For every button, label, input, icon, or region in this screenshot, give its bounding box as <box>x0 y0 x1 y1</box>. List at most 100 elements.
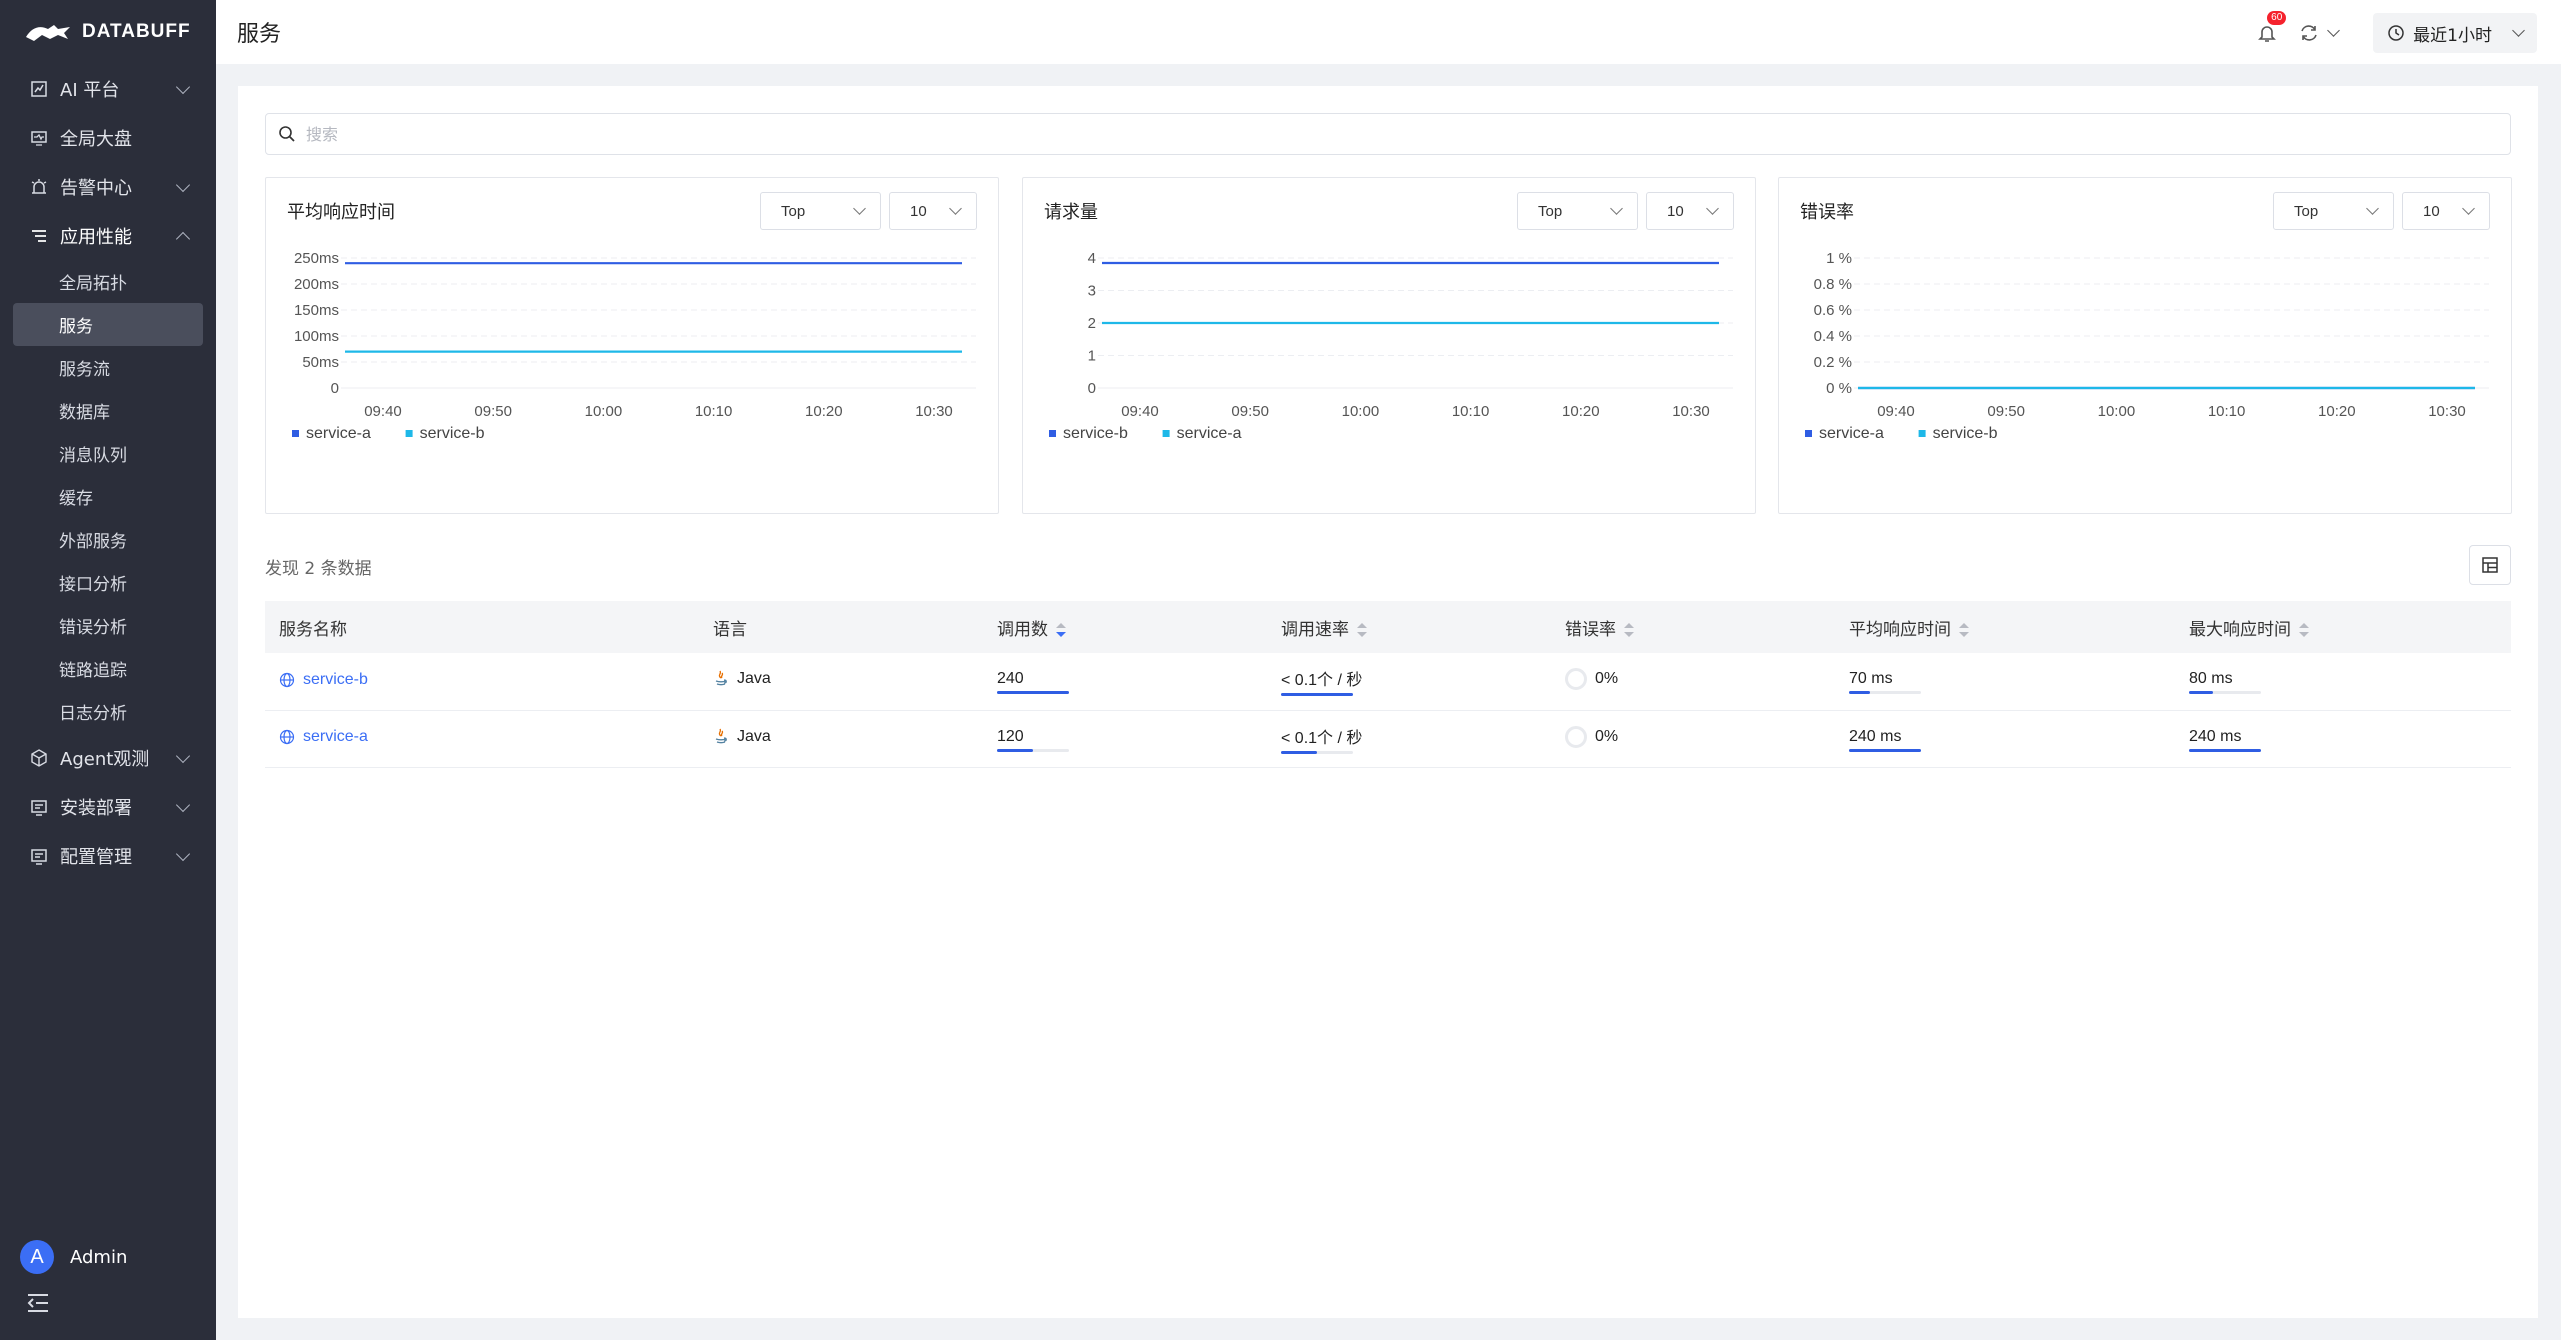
time-range-picker[interactable]: 最近1小时 <box>2373 13 2537 53</box>
x-tick-label: 10:30 <box>1672 403 1710 420</box>
col-calls[interactable]: 调用数 <box>983 601 1267 653</box>
chevron-up-icon <box>175 231 191 246</box>
sidebar-item-global-dashboard[interactable]: 全局大盘 <box>0 113 216 162</box>
filter-icon <box>28 225 50 247</box>
column-label: 调用速率 <box>1281 619 1349 640</box>
service-link[interactable]: service-a <box>279 728 368 746</box>
max-response-bar <box>2189 748 2261 752</box>
globe-icon <box>279 672 295 687</box>
cell-error-rate: 0% <box>1551 710 1835 768</box>
x-tick-label: 09:40 <box>1877 403 1915 420</box>
legend-marker <box>1918 430 1926 437</box>
call-rate-bar <box>1281 750 1353 754</box>
y-tick-label: 2 <box>1088 315 1096 332</box>
top-count-select[interactable]: 10 <box>889 192 977 230</box>
service-name: service-b <box>303 670 368 688</box>
y-tick-label: 3 <box>1088 283 1096 300</box>
avg-response-value: 70 ms <box>1849 670 1893 688</box>
refresh-icon <box>2301 25 2317 41</box>
table-settings-button[interactable] <box>2469 545 2511 585</box>
services-table: 服务名称 语言 调用数 调用速率 错误率 平均响应时间 最大响应时间 servi… <box>265 601 2511 768</box>
sidebar-subitem-external-services[interactable]: 外部服务 <box>0 518 216 561</box>
sidebar-subitem-topology[interactable]: 全局拓扑 <box>0 260 216 303</box>
y-tick-label: 50ms <box>302 354 339 371</box>
sidebar-item-label: 应用性能 <box>60 226 132 248</box>
top-mode-select[interactable]: Top <box>1517 192 1638 230</box>
cell-calls: 240 <box>983 653 1267 711</box>
service-name: service-a <box>303 728 368 745</box>
user-menu[interactable]: A Admin <box>20 1240 127 1274</box>
col-call-rate[interactable]: 调用速率 <box>1267 601 1551 653</box>
table-row[interactable]: service-a Java 120 < 0.1个 / 秒 0% 240 ms … <box>265 710 2511 768</box>
sidebar-item-alarm-center[interactable]: 告警中心 <box>0 162 216 211</box>
sidebar-subitem-services[interactable]: 服务 <box>13 303 203 346</box>
legend-label: service-b <box>1063 425 1128 442</box>
sort-icon[interactable] <box>1624 622 1634 638</box>
chevron-down-icon <box>853 202 866 215</box>
sidebar-item-ai-platform[interactable]: AI 平台 <box>0 64 216 113</box>
chevron-down-icon <box>2512 24 2525 37</box>
sidebar: DATABUFF AI 平台 全局大盘 告警中心 应用性能 全局拓扑 服务 服务… <box>0 0 216 1340</box>
legend-label: service-b <box>420 425 485 442</box>
clock-icon <box>2388 25 2404 41</box>
sidebar-subitem-tracing[interactable]: 链路追踪 <box>0 647 216 690</box>
col-avg-response[interactable]: 平均响应时间 <box>1835 601 2175 653</box>
chevron-down-icon <box>949 202 962 215</box>
logo[interactable]: DATABUFF <box>0 0 216 64</box>
search-box[interactable] <box>265 113 2511 155</box>
top-mode-select[interactable]: Top <box>2273 192 2394 230</box>
avatar: A <box>20 1240 54 1274</box>
sidebar-subitem-message-queue[interactable]: 消息队列 <box>0 432 216 475</box>
y-tick-label: 0.4 % <box>1814 328 1852 345</box>
calls-bar <box>997 691 1069 695</box>
refresh-button[interactable] <box>2299 23 2355 43</box>
chevron-down-icon <box>175 748 191 763</box>
sidebar-subitem-api-analysis[interactable]: 接口分析 <box>0 561 216 604</box>
error-rate-value: 0% <box>1595 670 1619 688</box>
chevron-down-icon <box>1610 202 1623 215</box>
search-input[interactable] <box>306 124 2306 144</box>
col-error-rate[interactable]: 错误率 <box>1551 601 1835 653</box>
chevron-down-icon <box>1706 202 1719 215</box>
select-value: 10 <box>1667 202 1684 220</box>
collapse-sidebar-icon[interactable] <box>26 1292 50 1314</box>
sidebar-item-agent[interactable]: Agent观测 <box>0 733 216 782</box>
config-icon <box>28 845 50 867</box>
sidebar-subitem-log-analysis[interactable]: 日志分析 <box>0 690 216 733</box>
col-max-response[interactable]: 最大响应时间 <box>2175 601 2511 653</box>
x-tick-label: 10:10 <box>1452 403 1490 420</box>
sidebar-item-config[interactable]: 配置管理 <box>0 831 216 880</box>
sort-icon[interactable] <box>2299 622 2309 638</box>
legend-label: service-a <box>1177 425 1242 442</box>
select-value: 10 <box>910 202 927 220</box>
cell-max-response: 240 ms <box>2175 710 2511 768</box>
notification-badge: 60 <box>2267 11 2287 25</box>
y-tick-label: 0 % <box>1826 380 1852 397</box>
column-label: 服务名称 <box>279 619 347 640</box>
table-row[interactable]: service-b Java 240 < 0.1个 / 秒 0% 70 ms 8… <box>265 653 2511 711</box>
sidebar-item-label: Agent观测 <box>60 748 150 770</box>
chevron-down-icon <box>175 177 191 192</box>
sidebar-item-install[interactable]: 安装部署 <box>0 782 216 831</box>
cell-call-rate: < 0.1个 / 秒 <box>1267 710 1551 768</box>
col-language: 语言 <box>699 601 983 653</box>
sidebar-subitem-database[interactable]: 数据库 <box>0 389 216 432</box>
column-label: 调用数 <box>997 619 1048 640</box>
cell-max-response: 80 ms <box>2175 653 2511 711</box>
top-count-select[interactable]: 10 <box>1646 192 1734 230</box>
top-count-select[interactable]: 10 <box>2402 192 2490 230</box>
y-tick-label: 0 <box>1088 380 1096 397</box>
top-mode-select[interactable]: Top <box>760 192 881 230</box>
select-value: Top <box>1538 202 1563 220</box>
chevron-down-icon <box>175 797 191 812</box>
service-link[interactable]: service-b <box>279 671 368 689</box>
sort-icon[interactable] <box>1357 622 1367 638</box>
sort-icon[interactable] <box>1056 622 1066 638</box>
sidebar-subitem-error-analysis[interactable]: 错误分析 <box>0 604 216 647</box>
sidebar-subitem-cache[interactable]: 缓存 <box>0 475 216 518</box>
sidebar-subitem-service-flow[interactable]: 服务流 <box>0 346 216 389</box>
notification-button[interactable]: 60 <box>2253 11 2287 47</box>
error-ring-icon <box>1565 668 1587 691</box>
sort-icon[interactable] <box>1959 622 1969 638</box>
sidebar-item-app-performance[interactable]: 应用性能 <box>0 211 216 260</box>
